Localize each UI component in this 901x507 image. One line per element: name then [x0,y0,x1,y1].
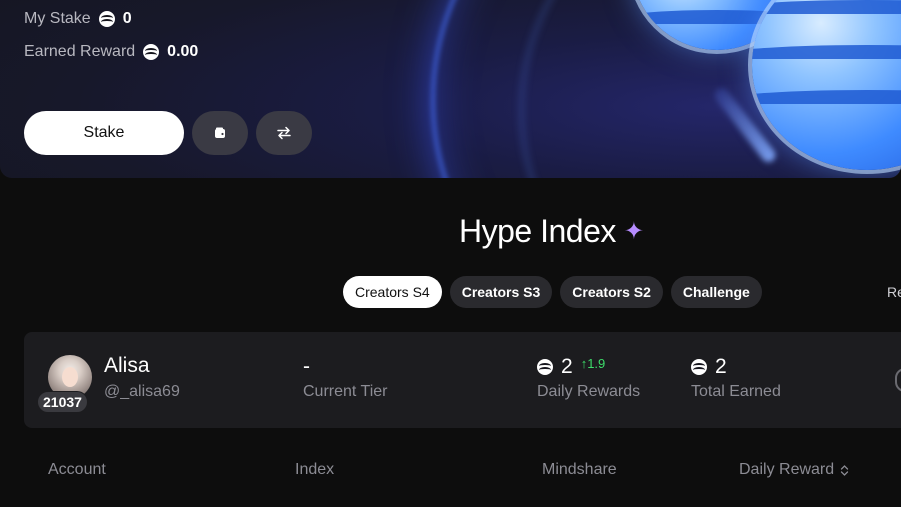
tab-creators-s2[interactable]: Creators S2 [560,276,663,308]
sort-icon[interactable] [840,464,849,477]
token-icon [537,359,553,375]
daily-rewards-label: Daily Rewards [537,383,641,400]
my-stake-label: My Stake [24,10,91,27]
user-handle: @_alisa69 [104,383,180,400]
current-tier-label: Current Tier [303,383,388,400]
total-earned-label: Total Earned [691,383,781,400]
earned-reward-row: Earned Reward 0.00 [24,43,198,61]
total-earned-amount: 2 [715,355,727,378]
column-header-account[interactable]: Account [48,461,106,479]
earned-reward-value: 0.00 [167,43,199,60]
token-icon [691,359,707,375]
column-header-index[interactable]: Index [295,461,334,479]
earned-reward-label: Earned Reward [24,43,136,60]
tab-creators-s3[interactable]: Creators S3 [449,276,553,308]
column-header-mindshare[interactable]: Mindshare [542,461,617,479]
tier-value-text: - [303,355,310,378]
stake-button[interactable]: Stake [24,111,184,155]
user-name: Alisa [104,354,150,377]
my-stake-row: My Stake 0 [24,10,132,28]
sparkle-icon: ✦ [623,218,644,245]
avatar-face [62,367,78,387]
wallet-icon [215,127,225,138]
swap-icon [277,126,291,140]
season-tabs: Creators S4 Creators S3 Creators S2 Chal… [343,276,762,308]
current-tier-value: - [303,355,310,379]
hype-index-title: Hype Index [459,213,616,249]
daily-rewards-amount: 2 [561,355,573,378]
section-title: Hype Index ✦ [459,213,644,250]
token-icon [98,11,115,27]
total-earned-value: 2 [691,355,727,379]
daily-reward-header-label: Daily Reward [739,461,835,478]
rank-badge: 21037 [37,391,88,413]
swap-button[interactable] [256,111,312,155]
token-icon [143,44,160,60]
my-stake-value: 0 [122,10,132,27]
column-header-daily-reward[interactable]: Daily Reward [739,461,849,479]
my-rank-card [24,332,901,428]
wallet-button[interactable] [192,111,248,155]
tab-challenge[interactable]: Challenge [670,276,762,308]
cut-off-link[interactable]: Re [887,284,901,300]
daily-rewards-delta: ↑1.9 [580,355,606,371]
tab-creators-s4[interactable]: Creators S4 [343,276,442,308]
daily-rewards-value: 2 ↑1.9 [537,355,605,379]
